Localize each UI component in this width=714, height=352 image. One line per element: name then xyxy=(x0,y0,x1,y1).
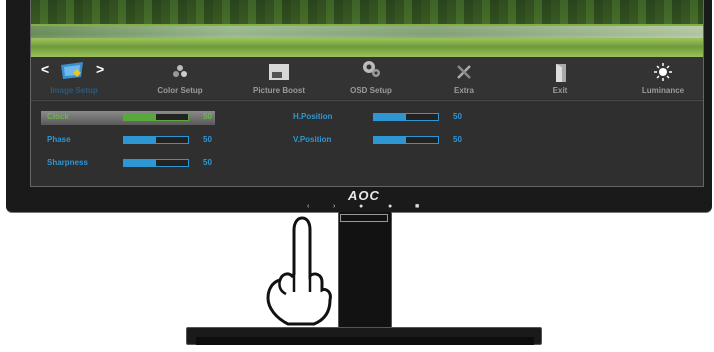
setting-clock[interactable]: Clock 50 xyxy=(41,111,215,125)
tab-picture-boost[interactable]: Picture Boost xyxy=(237,57,321,99)
setting-value: 50 xyxy=(203,112,212,121)
picture-boost-icon xyxy=(268,63,290,86)
tab-osd-setup[interactable]: OSD Setup xyxy=(333,57,409,99)
tab-label: Luminance xyxy=(641,86,685,95)
button-auto-icon[interactable]: ● xyxy=(388,203,392,211)
osd-setup-icon xyxy=(360,59,382,84)
extra-icon xyxy=(455,63,473,86)
button-menu-icon[interactable]: ● xyxy=(359,203,363,211)
osd-settings-panel: Clock 50 Phase 50 Sharpness 50 H.Positio… xyxy=(31,100,703,186)
exit-icon xyxy=(552,63,568,88)
tab-exit[interactable]: Exit xyxy=(525,57,595,99)
setting-value: 50 xyxy=(203,135,212,144)
color-setup-icon xyxy=(172,63,188,84)
button-right-icon[interactable]: › xyxy=(333,203,335,211)
image-setup-icon xyxy=(59,61,89,86)
setting-value: 50 xyxy=(203,158,212,167)
front-control-buttons: ‹ › ● ● ■ xyxy=(0,203,714,211)
tab-luminance[interactable]: Luminance xyxy=(627,57,699,99)
wallpaper-image xyxy=(31,0,703,57)
setting-phase[interactable]: Phase 50 xyxy=(41,134,215,148)
setting-label: Phase xyxy=(47,135,71,144)
tab-label: OSD Setup xyxy=(350,86,392,95)
setting-label: V.Position xyxy=(293,135,332,144)
luminance-icon xyxy=(654,63,672,86)
button-power-icon[interactable]: ■ xyxy=(415,203,419,211)
chevron-left-icon[interactable]: < xyxy=(41,61,49,77)
setting-v-position[interactable]: V.Position 50 xyxy=(293,134,463,148)
phase-slider[interactable] xyxy=(123,136,189,144)
setting-label: Sharpness xyxy=(47,158,88,167)
chevron-right-icon[interactable]: > xyxy=(96,61,104,77)
tab-extra[interactable]: Extra xyxy=(429,57,499,99)
clock-slider[interactable] xyxy=(123,113,189,121)
monitor-stand-neck xyxy=(338,212,392,330)
setting-sharpness[interactable]: Sharpness 50 xyxy=(41,157,215,171)
h-position-slider[interactable] xyxy=(373,113,439,121)
monitor-bezel: < > Image Setup Color Setup Picture Boos… xyxy=(6,0,712,212)
pointing-hand-icon xyxy=(266,216,332,326)
v-position-slider[interactable] xyxy=(373,136,439,144)
sharpness-slider[interactable] xyxy=(123,159,189,167)
tab-label: Image Setup xyxy=(50,86,98,95)
setting-h-position[interactable]: H.Position 50 xyxy=(293,111,463,125)
setting-label: H.Position xyxy=(293,112,333,121)
tab-label: Extra xyxy=(453,86,474,95)
tab-label: Color Setup xyxy=(157,86,203,95)
tab-label: Picture Boost xyxy=(252,86,305,95)
setting-value: 50 xyxy=(453,112,462,121)
monitor-screen: < > Image Setup Color Setup Picture Boos… xyxy=(30,0,704,187)
setting-value: 50 xyxy=(453,135,462,144)
tab-image-setup[interactable]: < > Image Setup xyxy=(33,57,115,99)
button-left-icon[interactable]: ‹ xyxy=(307,203,309,211)
brand-logo: AOC xyxy=(348,188,380,203)
setting-label: Clock xyxy=(47,112,69,121)
tab-color-setup[interactable]: Color Setup xyxy=(139,57,221,99)
osd-tab-bar: < > Image Setup Color Setup Picture Boos… xyxy=(31,57,703,99)
tab-label: Exit xyxy=(552,86,568,95)
